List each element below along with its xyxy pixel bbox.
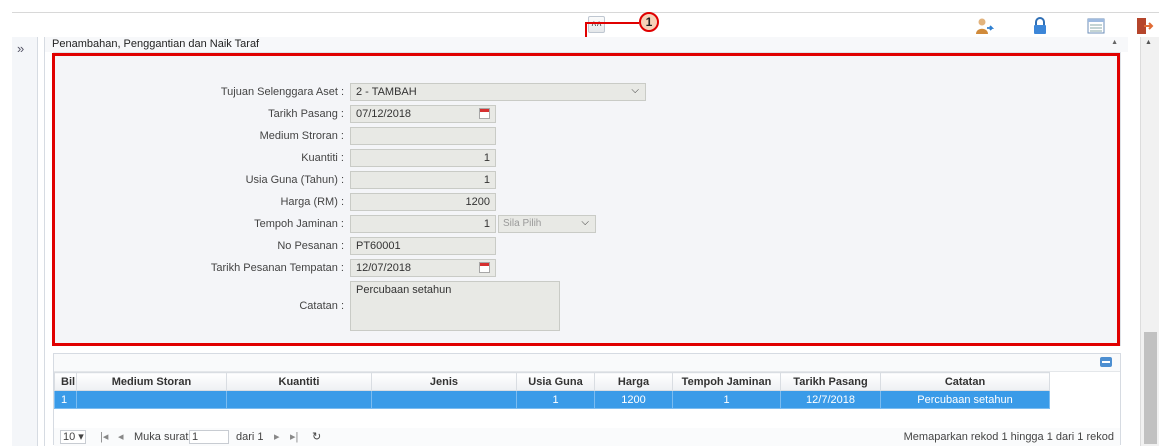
catatan-textarea[interactable]: Percubaan setahun (350, 281, 560, 331)
col-kuantiti[interactable]: Kuantiti (226, 372, 372, 391)
grid-toolbar (54, 354, 1120, 372)
col-tarikh-pasang[interactable]: Tarikh Pasang (780, 372, 881, 391)
col-tempoh-jaminan[interactable]: Tempoh Jaminan (672, 372, 781, 391)
tempoh-field[interactable]: 1 (350, 215, 496, 233)
row-usia: Usia Guna (Tahun) : 1 (54, 171, 1114, 189)
next-page-icon[interactable]: ▸ (274, 428, 280, 446)
row-catatan: Catatan : Percubaan setahun (54, 281, 1114, 331)
col-catatan[interactable]: Catatan (880, 372, 1050, 391)
tarikh-pesanan-field[interactable]: 12/07/2018 (350, 259, 496, 277)
collapse-section-icon[interactable]: ▲ (1111, 39, 1118, 46)
tujuan-label: Tujuan Selenggara Aset : (220, 86, 344, 98)
row-medium: Medium Stroran : (54, 127, 1114, 145)
cell-catatan: Percubaan setahun (880, 390, 1050, 409)
user-switch-icon[interactable] (974, 16, 994, 36)
cell-kuantiti (226, 390, 372, 409)
tarikh-pesanan-value: 12/07/2018 (356, 262, 412, 274)
col-harga[interactable]: Harga (594, 372, 673, 391)
row-pesanan: No Pesanan : PT60001 (54, 237, 1114, 255)
usia-field[interactable]: 1 (350, 171, 496, 189)
kuantiti-field[interactable]: 1 (350, 149, 496, 167)
row-tujuan: Tujuan Selenggara Aset : 2 - TAMBAH ⌵ (54, 83, 1114, 101)
calendar-icon[interactable] (479, 108, 490, 119)
harga-label: Harga (RM) : (280, 196, 344, 208)
col-usia-guna[interactable]: Usia Guna (516, 372, 595, 391)
tarikh-pasang-label: Tarikh Pasang : (268, 108, 344, 120)
cell-usia-guna: 1 (516, 390, 595, 409)
page-label: Muka surat (134, 431, 189, 443)
kuantiti-label: Kuantiti : (301, 152, 344, 164)
pesanan-field[interactable]: PT60001 (350, 237, 496, 255)
scroll-up-icon[interactable]: ▲ (1145, 39, 1152, 46)
app-root: ˄˄ 1 » Penambahan, Penggantian dan Naik … (0, 0, 1159, 446)
usia-label: Usia Guna (Tahun) : (245, 174, 344, 186)
col-bil[interactable]: Bil (54, 372, 77, 391)
cell-bil: 1 (54, 390, 77, 409)
minimize-grid-icon[interactable] (1100, 357, 1112, 367)
cell-jenis (371, 390, 517, 409)
last-page-icon[interactable]: ▸| (290, 428, 298, 446)
section-panel: Penambahan, Penggantian dan Naik Taraf ▲… (44, 37, 1128, 446)
row-tempoh: Tempoh Jaminan : 1 Sila Pilih ⌵ (54, 215, 1114, 233)
table-row[interactable]: 1 1 1200 1 12/7/2018 Percubaan setahun (54, 390, 1050, 409)
page-of-label: dari 1 (236, 431, 264, 443)
row-tarikh-pasang: Tarikh Pasang : 07/12/2018 (54, 105, 1114, 123)
first-page-icon[interactable]: |◂ (100, 428, 108, 446)
chevron-down-icon: ⌵ (631, 85, 639, 96)
row-tarikh-pesanan: Tarikh Pesanan Tempatan : 12/07/2018 (54, 259, 1114, 277)
tujuan-select[interactable]: 2 - TAMBAH ⌵ (350, 83, 646, 101)
row-kuantiti: Kuantiti : 1 (54, 149, 1114, 167)
grid-pager: 10 ▾ |◂ ◂ Muka surat 1 dari 1 ▸ ▸| ↻ Mem… (54, 428, 1120, 446)
asset-form: Tujuan Selenggara Aset : 2 - TAMBAH ⌵ Ta… (53, 52, 1121, 346)
tarikh-pasang-field[interactable]: 07/12/2018 (350, 105, 496, 123)
tujuan-value: 2 - TAMBAH (356, 86, 417, 98)
calendar-icon[interactable] (479, 262, 490, 273)
list-view-icon[interactable] (1086, 16, 1106, 36)
expand-sidebar-icon[interactable]: » (17, 41, 24, 56)
callout-badge: 1 (639, 12, 659, 32)
page-number-input[interactable]: 1 (189, 430, 229, 444)
tempoh-unit-placeholder: Sila Pilih (503, 218, 542, 229)
section-title: Penambahan, Penggantian dan Naik Taraf (45, 37, 1128, 52)
page-size-select[interactable]: 10 ▾ (60, 430, 86, 444)
medium-label: Medium Stroran : (259, 130, 344, 142)
cell-medium-storan (76, 390, 227, 409)
medium-field[interactable] (350, 127, 496, 145)
row-harga: Harga (RM) : 1200 (54, 193, 1114, 211)
records-summary: Memaparkan rekod 1 hingga 1 dari 1 rekod (903, 431, 1114, 443)
tempoh-label: Tempoh Jaminan : (254, 218, 344, 230)
double-chevron-up-icon[interactable]: ˄˄ (588, 16, 605, 33)
left-sidebar-strip: » (12, 37, 38, 446)
records-table: Bil Medium Storan Kuantiti Jenis Usia Gu… (54, 372, 1050, 409)
records-grid: Bil Medium Storan Kuantiti Jenis Usia Gu… (53, 353, 1121, 446)
catatan-label: Catatan : (299, 300, 344, 312)
chevron-down-icon: ⌵ (581, 217, 589, 228)
cell-tarikh-pasang: 12/7/2018 (780, 390, 881, 409)
vertical-scrollbar[interactable]: ▲ (1140, 37, 1159, 446)
cell-harga: 1200 (594, 390, 673, 409)
refresh-icon[interactable]: ↻ (312, 428, 321, 446)
pesanan-label: No Pesanan : (277, 240, 344, 252)
logout-icon[interactable] (1134, 16, 1154, 36)
tarikh-pesanan-label: Tarikh Pesanan Tempatan : (210, 262, 344, 274)
harga-field[interactable]: 1200 (350, 193, 496, 211)
table-header-row: Bil Medium Storan Kuantiti Jenis Usia Gu… (54, 372, 1050, 391)
cell-tempoh-jaminan: 1 (672, 390, 781, 409)
scrollbar-thumb[interactable] (1144, 332, 1157, 444)
callout-line (585, 22, 639, 24)
tarikh-pasang-value: 07/12/2018 (356, 108, 412, 120)
col-medium-storan[interactable]: Medium Storan (76, 372, 227, 391)
col-jenis[interactable]: Jenis (371, 372, 517, 391)
prev-page-icon[interactable]: ◂ (118, 428, 124, 446)
tempoh-unit-select[interactable]: Sila Pilih ⌵ (498, 215, 596, 233)
lock-icon[interactable] (1030, 16, 1050, 36)
